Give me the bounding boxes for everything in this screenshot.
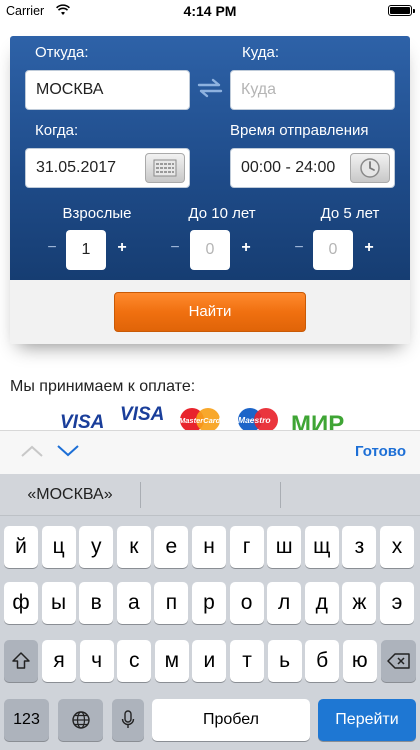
letter-key[interactable]: ь [267, 640, 302, 682]
letter-key[interactable]: б [305, 640, 340, 682]
children-under-10-count[interactable]: 0 [190, 230, 230, 270]
globe-key[interactable] [58, 699, 103, 741]
from-field[interactable] [25, 70, 190, 110]
letter-key[interactable]: ш [267, 526, 302, 568]
maestro-logo: Maestro [238, 408, 278, 432]
children-under-10-minus-button[interactable]: − [166, 238, 184, 258]
clock-icon [360, 158, 380, 178]
letter-key[interactable]: ф [4, 582, 38, 624]
letter-key[interactable]: с [117, 640, 152, 682]
visa-logo: VISA [60, 412, 104, 432]
letter-key[interactable]: г [229, 526, 264, 568]
date-value: 31.05.2017 [36, 159, 117, 176]
suggestion-item[interactable]: «МОСКВА» [0, 474, 140, 516]
adults-plus-button[interactable]: + [113, 238, 131, 258]
letter-key[interactable]: ы [41, 582, 76, 624]
letter-key[interactable]: в [79, 582, 114, 624]
children-under-5-count[interactable]: 0 [313, 230, 353, 270]
swap-arrows-icon[interactable] [197, 78, 223, 98]
dictation-key[interactable] [112, 699, 144, 741]
calendar-icon [153, 159, 177, 177]
adults-label: Взрослые [62, 205, 132, 222]
search-card: Откуда: Куда: Когда: Время отправления 3… [10, 36, 410, 344]
shift-icon [12, 652, 30, 670]
time-picker-button[interactable] [350, 153, 390, 183]
letter-key[interactable]: й [4, 526, 38, 568]
letter-key[interactable]: п [154, 582, 189, 624]
letter-key[interactable]: е [154, 526, 189, 568]
status-bar: Carrier 4:14 PM [0, 0, 420, 22]
letter-key[interactable]: ц [41, 526, 76, 568]
globe-icon [71, 711, 90, 730]
adults-minus-button[interactable]: − [43, 238, 61, 258]
children-under-5-plus-button[interactable]: + [360, 238, 378, 258]
chevron-up-icon[interactable] [20, 443, 44, 459]
letter-key[interactable]: ю [342, 640, 377, 682]
suggestion-divider [280, 482, 281, 508]
visa-electron-logo: VISA [120, 404, 164, 425]
departure-time-label: Время отправления [230, 122, 369, 139]
backspace-icon [386, 653, 410, 670]
payment-title: Мы принимаем к оплате: [10, 378, 196, 395]
numbers-key[interactable]: 123 [4, 699, 49, 741]
letter-key[interactable]: м [154, 640, 189, 682]
microphone-icon [121, 710, 135, 729]
letter-key[interactable]: я [42, 640, 76, 682]
svg-text:Maestro: Maestro [238, 415, 271, 425]
svg-text:MasterCard: MasterCard [179, 416, 221, 425]
to-input[interactable] [231, 71, 394, 109]
letter-key[interactable]: т [230, 640, 264, 682]
letter-key[interactable]: к [116, 526, 151, 568]
letter-key[interactable]: л [267, 582, 302, 624]
letter-key[interactable]: и [192, 640, 227, 682]
suggestion-bar: «МОСКВА» [0, 474, 420, 516]
to-label: Куда: [242, 44, 280, 61]
letter-key[interactable]: н [192, 526, 226, 568]
suggestion-divider [140, 482, 141, 508]
payment-logos: VISA VISA MasterCard Maestro МИР [60, 404, 344, 432]
when-label: Когда: [35, 122, 79, 139]
find-button[interactable]: Найти [114, 292, 306, 332]
children-under-10-plus-button[interactable]: + [237, 238, 255, 258]
shift-key[interactable] [4, 640, 38, 682]
battery-icon [388, 5, 415, 16]
backspace-key[interactable] [381, 640, 416, 682]
search-form: Откуда: Куда: Когда: Время отправления 3… [10, 36, 410, 280]
letter-key[interactable]: ч [79, 640, 114, 682]
from-input[interactable] [26, 71, 189, 109]
letter-key[interactable]: х [380, 526, 414, 568]
letter-key[interactable]: э [380, 582, 414, 624]
children-under-5-minus-button[interactable]: − [290, 238, 308, 258]
letter-key[interactable]: о [229, 582, 264, 624]
keyboard-accessory-bar: Готово [0, 430, 420, 474]
children-under-5-label: До 5 лет [320, 205, 380, 222]
space-key[interactable]: Пробел [152, 699, 310, 741]
children-under-10-label: До 10 лет [188, 205, 256, 222]
done-button[interactable]: Готово [355, 443, 406, 460]
mastercard-logo: MasterCard [179, 408, 221, 432]
time-value: 00:00 - 24:00 [241, 159, 336, 176]
letter-key[interactable]: у [79, 526, 114, 568]
letter-key[interactable]: д [304, 582, 339, 624]
calendar-button[interactable] [145, 153, 185, 183]
letter-key[interactable]: щ [304, 526, 339, 568]
from-label: Откуда: [35, 44, 89, 61]
date-field[interactable]: 31.05.2017 [25, 148, 190, 188]
keyboard: «МОСКВА» йцукенгшщзх фывапролджэ ячсмить… [0, 474, 420, 750]
mir-logo: МИР [291, 411, 344, 432]
search-footer: Найти [10, 280, 410, 344]
to-field[interactable] [230, 70, 395, 110]
clock: 4:14 PM [183, 3, 237, 19]
time-field[interactable]: 00:00 - 24:00 [230, 148, 395, 188]
letter-key[interactable]: ж [342, 582, 377, 624]
chevron-down-icon[interactable] [56, 443, 80, 459]
adults-count[interactable]: 1 [66, 230, 106, 270]
letter-key[interactable]: а [116, 582, 151, 624]
letter-key[interactable]: з [342, 526, 377, 568]
letter-key[interactable]: р [192, 582, 226, 624]
go-key[interactable]: Перейти [318, 699, 416, 741]
